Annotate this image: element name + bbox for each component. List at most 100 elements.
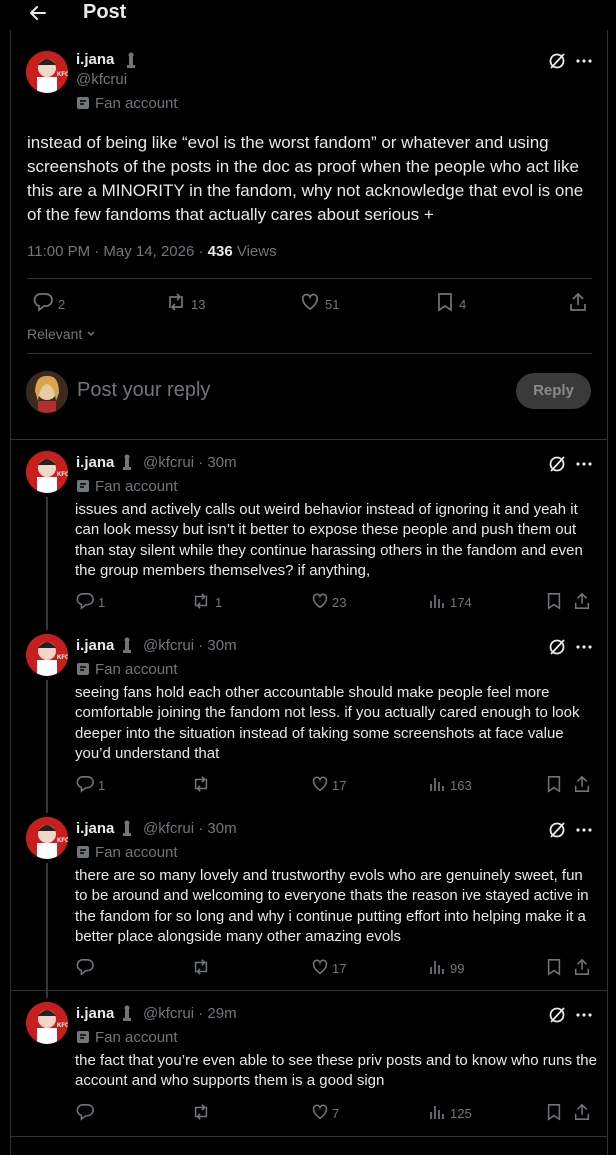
repost-icon[interactable]	[191, 592, 211, 610]
bookmark-icon[interactable]	[545, 775, 563, 793]
like-count: 23	[332, 595, 347, 610]
reply-button[interactable]: Reply	[516, 373, 591, 409]
header: Post	[0, 0, 616, 30]
composer-avatar	[26, 371, 68, 413]
like-icon[interactable]	[311, 775, 329, 793]
author-handle[interactable]: @kfcrui	[76, 71, 127, 88]
grok-icon[interactable]	[547, 454, 567, 474]
reply-author-name[interactable]: i.jana	[76, 637, 114, 654]
bookmark-icon[interactable]	[545, 958, 563, 976]
grok-icon[interactable]	[547, 820, 567, 840]
fan-account-label: Fan account	[76, 95, 178, 112]
fan-account-label: Fan account	[76, 478, 178, 495]
views-count: 163	[450, 778, 472, 793]
divider	[27, 353, 592, 354]
more-options-icon[interactable]	[574, 820, 594, 840]
reply-author-name[interactable]: i.jana	[76, 820, 114, 837]
views-count: 174	[450, 595, 472, 610]
views-icon[interactable]	[428, 592, 446, 610]
back-arrow-icon[interactable]	[28, 3, 48, 23]
svg-text:KFC: KFC	[57, 1023, 68, 1029]
affiliate-badge-icon	[122, 820, 132, 836]
like-count: 17	[332, 778, 347, 793]
share-icon[interactable]	[573, 592, 591, 610]
reply-avatar[interactable]: KFC	[26, 451, 68, 493]
divider	[10, 990, 608, 991]
grok-icon[interactable]	[547, 637, 567, 657]
grok-icon[interactable]	[547, 1005, 567, 1025]
bookmark-icon[interactable]	[545, 1103, 563, 1121]
like-count: 7	[332, 1106, 340, 1121]
more-options-icon[interactable]	[574, 51, 594, 71]
reply-input[interactable]: Post your reply	[77, 379, 210, 402]
reply-handle-time[interactable]: @kfcrui · 30m	[143, 637, 237, 654]
affiliate-badge-icon	[122, 637, 132, 653]
more-options-icon[interactable]	[574, 637, 594, 657]
thread-connector	[46, 497, 48, 630]
like-icon[interactable]	[300, 292, 320, 312]
divider	[10, 439, 608, 440]
repost-icon[interactable]	[165, 292, 185, 312]
bookmark-icon[interactable]	[545, 592, 563, 610]
svg-text:KFC: KFC	[57, 838, 68, 844]
like-icon[interactable]	[311, 592, 329, 610]
views-icon[interactable]	[428, 1103, 446, 1121]
post-text: instead of being like “evol is the worst…	[27, 133, 584, 224]
like-icon[interactable]	[311, 958, 329, 976]
reply-handle-time[interactable]: @kfcrui · 30m	[143, 820, 237, 837]
reply-avatar[interactable]: KFC	[26, 634, 68, 676]
share-icon[interactable]	[573, 775, 591, 793]
reply-text: the fact that you’re even able to see th…	[75, 1052, 597, 1090]
avatar[interactable]: KFC	[26, 51, 68, 93]
repost-icon[interactable]	[191, 775, 211, 793]
views-count: 125	[450, 1106, 472, 1121]
reply-count: 1	[98, 778, 106, 793]
views-count: 436	[207, 243, 233, 260]
reply-author-name[interactable]: i.jana	[76, 1005, 114, 1022]
post-meta: 11:00 PM · May 14, 2026 · 436 Views	[27, 243, 277, 260]
more-options-icon[interactable]	[574, 454, 594, 474]
affiliate-badge-icon	[122, 454, 132, 470]
views-count: 99	[450, 961, 465, 976]
affiliate-badge-icon	[126, 52, 136, 68]
page-title: Post	[83, 1, 127, 23]
more-options-icon[interactable]	[574, 1005, 594, 1025]
like-count: 51	[325, 297, 340, 312]
fan-account-text: Fan account	[95, 844, 178, 861]
repost-count: 13	[191, 297, 206, 312]
reply-author-name[interactable]: i.jana	[76, 454, 114, 471]
views-icon[interactable]	[428, 775, 446, 793]
reply-avatar[interactable]: KFC	[26, 817, 68, 859]
sort-dropdown[interactable]: Relevant	[27, 326, 96, 342]
divider	[10, 1136, 608, 1137]
reply-handle-time[interactable]: @kfcrui · 30m	[143, 454, 237, 471]
reply-icon[interactable]	[76, 958, 94, 976]
share-icon[interactable]	[573, 958, 591, 976]
reply-count: 1	[98, 595, 106, 610]
like-icon[interactable]	[311, 1103, 329, 1121]
repost-icon[interactable]	[191, 958, 211, 976]
reply-icon[interactable]	[76, 775, 94, 793]
views-icon[interactable]	[428, 958, 446, 976]
like-count: 17	[332, 961, 347, 976]
post-timestamp[interactable]: 11:00 PM · May 14, 2026 ·	[27, 243, 203, 260]
reply-icon[interactable]	[33, 292, 53, 312]
bookmark-count: 4	[459, 297, 467, 312]
label-icon	[76, 479, 90, 493]
fan-account-label: Fan account	[76, 661, 178, 678]
grok-icon[interactable]	[547, 51, 567, 71]
svg-text:KFC: KFC	[57, 655, 68, 661]
reply-icon[interactable]	[76, 592, 94, 610]
share-icon[interactable]	[573, 1103, 591, 1121]
views-label: Views	[236, 243, 277, 260]
fan-account-text: Fan account	[95, 478, 178, 495]
reply-icon[interactable]	[76, 1103, 94, 1121]
reply-handle-time[interactable]: @kfcrui · 29m	[143, 1005, 237, 1022]
repost-icon[interactable]	[191, 1103, 211, 1121]
reply-avatar[interactable]: KFC	[26, 1002, 68, 1044]
bookmark-icon[interactable]	[435, 292, 455, 312]
fan-account-label: Fan account	[76, 844, 178, 861]
share-icon[interactable]	[568, 292, 588, 312]
author-name[interactable]: i.jana	[76, 51, 114, 68]
affiliate-badge-icon	[122, 1005, 132, 1021]
